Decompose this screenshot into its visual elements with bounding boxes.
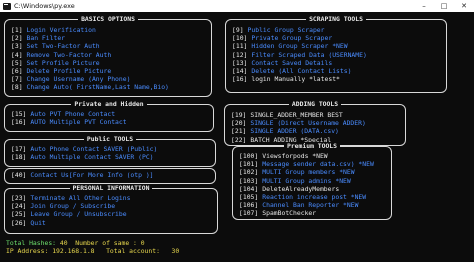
scraping-tools-panel: SCRAPING TOOLS [9] Public Group Scraper [… [225, 15, 447, 93]
menu-item[interactable]: [17] Auto Phone Contact SAVER (Public) [11, 145, 157, 153]
menu-item[interactable]: [102] MULTI Group members *NEW [239, 168, 374, 176]
personal-info-title: PERSONAL INFORMATION [69, 184, 153, 192]
minimize-button[interactable]: – [414, 2, 434, 10]
basics-options-panel: BASICS OPTIONS [1] Login Verification [2]… [4, 15, 212, 97]
adding-tools-panel: ADDING TOOLS [19] SINGLE_ADDER_MEMBER BES… [224, 100, 406, 146]
menu-item[interactable]: [14] Delete (All Contact Lists) [232, 67, 367, 75]
menu-item[interactable]: [20] SINGLE (Direct Username ADDER) [231, 119, 366, 127]
private-hidden-panel: Private and Hidden [15] Auto PVT Phone Co… [4, 100, 214, 132]
menu-item[interactable]: [100] Viewsforpods *NEW [239, 152, 374, 160]
menu-item[interactable]: [24] Join Group / Subscribe [11, 202, 130, 210]
menu-item[interactable]: [7] Change Username (Any Phone) [11, 75, 169, 83]
basics-options-title: BASICS OPTIONS [78, 15, 138, 23]
menu-item[interactable]: [1] Login Verification [11, 26, 169, 34]
menu-item[interactable]: [106] Channel Ban Reporter *NEW [239, 201, 374, 209]
menu-item[interactable]: [16] AUTO Multiple PVT Contact [11, 118, 127, 126]
menu-item[interactable]: [16] login Manually *latest* [232, 75, 367, 83]
menu-item[interactable]: [4] Remove Two-Factor Auth [11, 51, 169, 59]
premium-tools-panel: Premium TOOLS [100] Viewsforpods *NEW [10… [232, 142, 392, 220]
menu-item[interactable]: [6] Delete Profile Picture [11, 67, 169, 75]
same-label: Number of same : [75, 239, 137, 247]
menu-item[interactable]: [12] Filter Scraped Data (USERNAME) [232, 51, 367, 59]
menu-item[interactable]: [25] Leave Group / Unsubscribe [11, 210, 130, 218]
window-title: C:\Windows\py.exe [14, 1, 75, 10]
menu-item[interactable]: [107] SpamBotChecker [239, 209, 374, 217]
ip-label: IP Address: [6, 247, 49, 255]
window-titlebar: C:\Windows\py.exe – □ ✕ [0, 0, 474, 12]
menu-item[interactable]: [23] Terminate All Other Logins [11, 194, 130, 202]
menu-item[interactable]: [9] Public Group Scraper [232, 26, 367, 34]
menu-item[interactable]: [15] Auto PVT Phone Contact [11, 110, 127, 118]
menu-item[interactable]: [5] Set Profile Picture [11, 59, 169, 67]
public-tools-title: Public TOOLS [83, 135, 137, 143]
account-label: Total account: [106, 247, 160, 255]
menu-item[interactable]: [8] Change Auto( FirstName,Last Name,Bio) [11, 83, 169, 91]
menu-item[interactable]: [10] Private Group Scraper [232, 34, 367, 42]
menu-item[interactable]: [105] Reaction increase post *NEW [239, 193, 374, 201]
menu-item[interactable]: [104] DeleteAlreadyMembers [239, 185, 374, 193]
contact-panel: [40] Contact Us[For More Info (otp )] [4, 168, 216, 184]
menu-item[interactable]: [103] MULTI Group admins *NEW [239, 177, 374, 185]
same-value: 0 [140, 239, 145, 247]
menu-item[interactable]: [2] Ban Filter [11, 34, 169, 42]
premium-tools-title: Premium TOOLS [283, 142, 341, 150]
menu-item[interactable]: [26] Quit [11, 219, 130, 227]
close-button[interactable]: ✕ [454, 2, 474, 10]
personal-info-panel: PERSONAL INFORMATION [23] Terminate All O… [4, 184, 218, 234]
menu-item[interactable]: [19] SINGLE_ADDER_MEMBER BEST [231, 111, 366, 119]
status-line-1: Total Hashes: 40 Number of same : 0 [6, 239, 145, 247]
scraping-tools-title: SCRAPING TOOLS [306, 15, 366, 23]
adding-tools-title: ADDING TOOLS [288, 100, 342, 108]
maximize-button[interactable]: □ [434, 2, 454, 10]
menu-item[interactable]: [13] Contact Saved Details [232, 59, 367, 67]
public-tools-panel: Public TOOLS [17] Auto Phone Contact SAVE… [4, 135, 216, 167]
console-icon [3, 2, 11, 10]
private-hidden-title: Private and Hidden [71, 100, 147, 108]
menu-item[interactable]: [21] SINGLE ADDER (DATA.csv) [231, 127, 366, 135]
ip-value: 192.168.1.8 [52, 247, 95, 255]
menu-item[interactable]: [18] Auto Multiple Contact SAVER (PC) [11, 153, 157, 161]
contact-us-item[interactable]: [40] Contact Us[For More Info (otp )] [11, 171, 154, 179]
hashes-label: Total Hashes: [6, 239, 57, 247]
status-line-2: IP Address: 192.168.1.8 Total account: 3… [6, 247, 179, 255]
menu-item[interactable]: [11] Hidden Group Scraper *NEW [232, 42, 367, 50]
menu-item[interactable]: [101] Message sender data.csv) *NEW [239, 160, 374, 168]
hashes-value: 40 [59, 239, 68, 247]
account-value: 30 [171, 247, 180, 255]
menu-item[interactable]: [3] Set Two-Factor Auth [11, 42, 169, 50]
